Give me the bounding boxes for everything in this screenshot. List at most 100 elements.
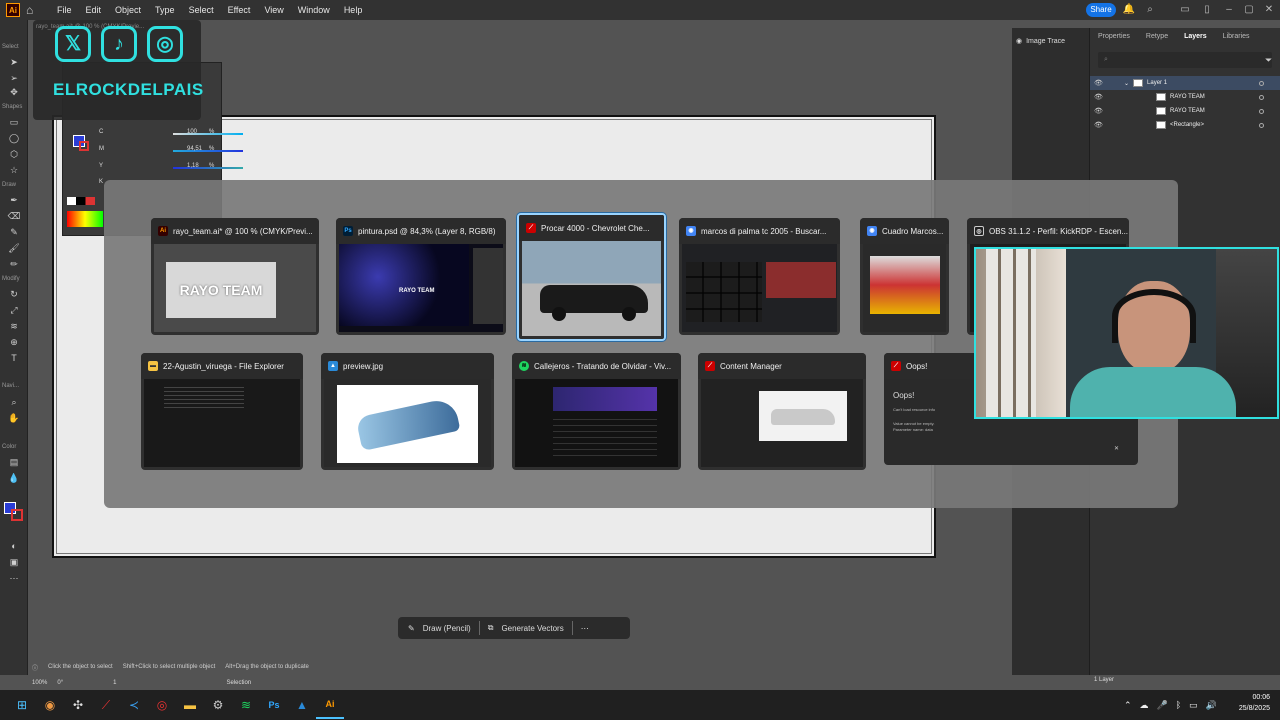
window-thumbnail[interactable]: Ai rayo_team.ai* @ 100 % (CMYK/Previ... R…: [151, 218, 319, 335]
menu-file[interactable]: File: [50, 5, 79, 15]
window-thumbnail[interactable]: ◉ Cuadro Marcos...: [860, 218, 949, 335]
stroke-color-swatch[interactable]: [79, 141, 89, 151]
brush-tool-icon[interactable]: 🖌: [6, 242, 22, 255]
polygon-tool-icon[interactable]: ⬡: [6, 148, 22, 161]
visibility-icon[interactable]: 👁: [1094, 107, 1104, 115]
cyan-slider[interactable]: [173, 133, 243, 135]
rectangle-tool-icon[interactable]: ▭: [6, 116, 22, 129]
menu-help[interactable]: Help: [337, 5, 370, 15]
star-tool-icon[interactable]: ☆: [6, 164, 22, 177]
none-black-white-swatches[interactable]: [67, 197, 95, 205]
target-icon[interactable]: [1259, 122, 1264, 128]
direct-selection-tool-icon[interactable]: ➢: [6, 72, 22, 85]
eyedropper-tool-icon[interactable]: 💧: [6, 472, 22, 485]
rotate-tool-icon[interactable]: ↻: [6, 288, 22, 301]
chevron-down-icon[interactable]: ⌄: [1124, 80, 1129, 87]
photoshop-icon[interactable]: Ps: [260, 691, 288, 719]
pen-tool-icon[interactable]: ✒: [6, 194, 22, 207]
filter-icon[interactable]: ⏷: [1265, 55, 1272, 66]
menu-select[interactable]: Select: [182, 5, 221, 15]
microphone-icon[interactable]: 🎤: [1157, 700, 1168, 711]
layer-row[interactable]: 👁 <Rectangle>: [1090, 118, 1280, 132]
workspace-icon[interactable]: ▭: [1178, 3, 1192, 17]
menu-object[interactable]: Object: [108, 5, 148, 15]
shape-builder-icon[interactable]: ⊕: [6, 336, 22, 349]
type-tool-icon[interactable]: T: [6, 352, 22, 365]
layer-row[interactable]: 👁 RAYO TEAM: [1090, 104, 1280, 118]
app-icon[interactable]: ✣: [64, 691, 92, 719]
blob-brush-icon[interactable]: ✏: [6, 258, 22, 271]
target-icon[interactable]: [1259, 108, 1264, 114]
illustrator-icon[interactable]: Ai: [316, 691, 344, 719]
warp-tool-icon[interactable]: ≋: [6, 320, 22, 333]
artboard-number[interactable]: 1: [113, 680, 116, 686]
window-thumbnail[interactable]: Ps pintura.psd @ 84,3% (Layer 8, RGB/8) R…: [336, 218, 506, 335]
window-thumbnail[interactable]: ≋ Callejeros - Tratando de Olvidar - Viv.…: [512, 353, 681, 470]
draw-mode-icon[interactable]: ◐: [6, 540, 22, 553]
tab-retype[interactable]: Retype: [1138, 30, 1176, 44]
window-thumbnail[interactable]: ▬ 22-Agustin_viruega - File Explorer: [141, 353, 303, 470]
volume-icon[interactable]: 🔊: [1206, 700, 1217, 711]
rotation-value[interactable]: 0°: [57, 680, 63, 686]
close-icon[interactable]: ✕: [1114, 445, 1119, 452]
vscode-icon[interactable]: ≺: [120, 691, 148, 719]
menu-edit[interactable]: Edit: [79, 5, 109, 15]
arrange-icon[interactable]: ▯: [1200, 3, 1214, 17]
photos-icon[interactable]: ▲: [288, 691, 316, 719]
home-icon[interactable]: ⌂: [26, 3, 40, 17]
spotify-icon[interactable]: ≋: [232, 691, 260, 719]
group-selection-icon[interactable]: ✥: [6, 86, 22, 99]
color-spectrum[interactable]: [67, 211, 103, 227]
clock[interactable]: 00:06 25/8/2025: [1226, 692, 1270, 714]
menu-type[interactable]: Type: [148, 5, 182, 15]
target-icon[interactable]: [1259, 80, 1264, 86]
stroke-swatch[interactable]: [11, 509, 23, 521]
screen-mode-icon[interactable]: ▣: [6, 556, 22, 569]
eraser-tool-icon[interactable]: ⌫: [6, 210, 22, 223]
chevron-up-icon[interactable]: ⌃: [1124, 700, 1132, 711]
maximize-icon[interactable]: ▢: [1242, 3, 1256, 17]
visibility-icon[interactable]: 👁: [1094, 79, 1104, 87]
close-icon[interactable]: ✕: [1262, 3, 1276, 17]
zoom-tool-icon[interactable]: ⌕: [6, 396, 22, 409]
cloud-icon[interactable]: ☁: [1140, 700, 1149, 711]
zoom-level[interactable]: 100%: [32, 680, 47, 686]
window-thumbnail[interactable]: ◉ marcos di palma tc 2005 - Buscar...: [679, 218, 840, 335]
cyan-value[interactable]: 100: [187, 129, 197, 135]
content-manager-icon[interactable]: ⟋: [92, 691, 120, 719]
share-button[interactable]: Share: [1086, 3, 1116, 17]
search-icon[interactable]: ⌕: [1143, 3, 1157, 17]
yellow-value[interactable]: 1,18: [187, 163, 199, 169]
draw-pencil-button[interactable]: Draw (Pencil): [423, 624, 471, 633]
menu-window[interactable]: Window: [291, 5, 337, 15]
visibility-icon[interactable]: 👁: [1094, 121, 1104, 129]
visibility-icon[interactable]: 👁: [1094, 93, 1104, 101]
steam-icon[interactable]: ⚙: [204, 691, 232, 719]
network-icon[interactable]: ▭: [1189, 700, 1198, 711]
tab-layers[interactable]: Layers: [1176, 30, 1215, 44]
obs-icon[interactable]: ◎: [148, 691, 176, 719]
yellow-slider[interactable]: [173, 167, 243, 169]
layer-row[interactable]: 👁 ⌄ Layer 1: [1090, 76, 1280, 90]
hand-tool-icon[interactable]: ✋: [6, 412, 22, 425]
menu-effect[interactable]: Effect: [221, 5, 258, 15]
magenta-value[interactable]: 94,51: [187, 146, 202, 152]
generate-vectors-button[interactable]: Generate Vectors: [501, 624, 563, 633]
ellipse-tool-icon[interactable]: ◯: [6, 132, 22, 145]
window-thumbnail-active[interactable]: ⟋ Procar 4000 - Chevrolet Che...: [517, 213, 666, 341]
scale-tool-icon[interactable]: ⤢: [6, 304, 22, 317]
bell-icon[interactable]: 🔔: [1122, 3, 1136, 17]
more-options-icon[interactable]: ⋯: [581, 624, 589, 633]
window-thumbnail[interactable]: ▲ preview.jpg: [321, 353, 494, 470]
selection-tool-icon[interactable]: ➤: [6, 56, 22, 69]
chrome-icon[interactable]: ◉: [36, 691, 64, 719]
minimize-icon[interactable]: –: [1222, 3, 1236, 17]
layer-search-input[interactable]: ⌕: [1098, 52, 1272, 68]
window-thumbnail[interactable]: ⟋ Content Manager: [698, 353, 866, 470]
layer-row[interactable]: 👁 RAYO TEAM: [1090, 90, 1280, 104]
file-explorer-icon[interactable]: ▬: [176, 691, 204, 719]
bluetooth-icon[interactable]: ᛒ: [1176, 700, 1181, 710]
image-trace-button[interactable]: ◉ Image Trace: [1016, 37, 1065, 46]
tab-libraries[interactable]: Libraries: [1215, 30, 1258, 44]
edit-toolbar-icon[interactable]: ⋯: [6, 572, 22, 585]
